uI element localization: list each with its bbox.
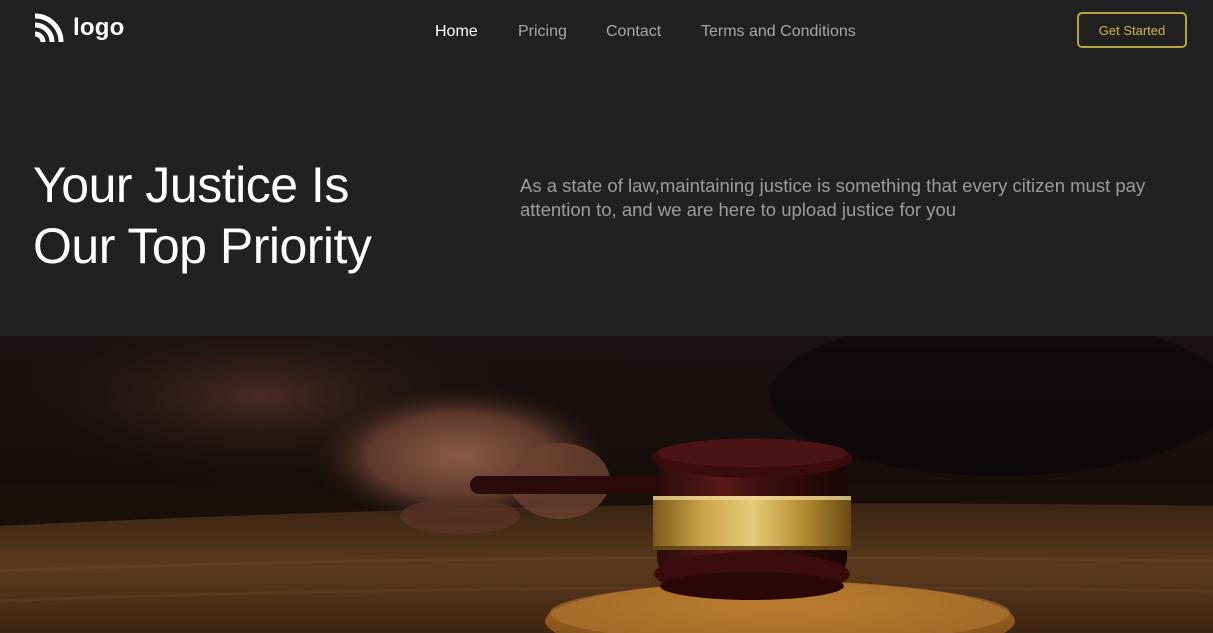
hero-title: Your Justice Is Our Top Priority (33, 155, 372, 277)
hero-description: As a state of law,maintaining justice is… (520, 175, 1146, 220)
hero-title-line-1: Your Justice Is (33, 157, 349, 213)
nav-terms-and-conditions[interactable]: Terms and Conditions (701, 22, 856, 42)
hero-title-line-2: Our Top Priority (33, 218, 372, 274)
nav-home[interactable]: Home (435, 22, 478, 42)
wifi-arcs-icon (33, 13, 65, 43)
logo[interactable]: logo (33, 13, 124, 43)
nav-contact[interactable]: Contact (606, 22, 661, 42)
nav-pricing[interactable]: Pricing (518, 22, 567, 42)
hero-gavel-image (0, 336, 1213, 633)
logo-text: logo (73, 14, 125, 41)
top-navbar: logo Home Pricing Contact Terms and Cond… (0, 0, 1213, 64)
get-started-button[interactable]: Get Started (1077, 12, 1187, 48)
